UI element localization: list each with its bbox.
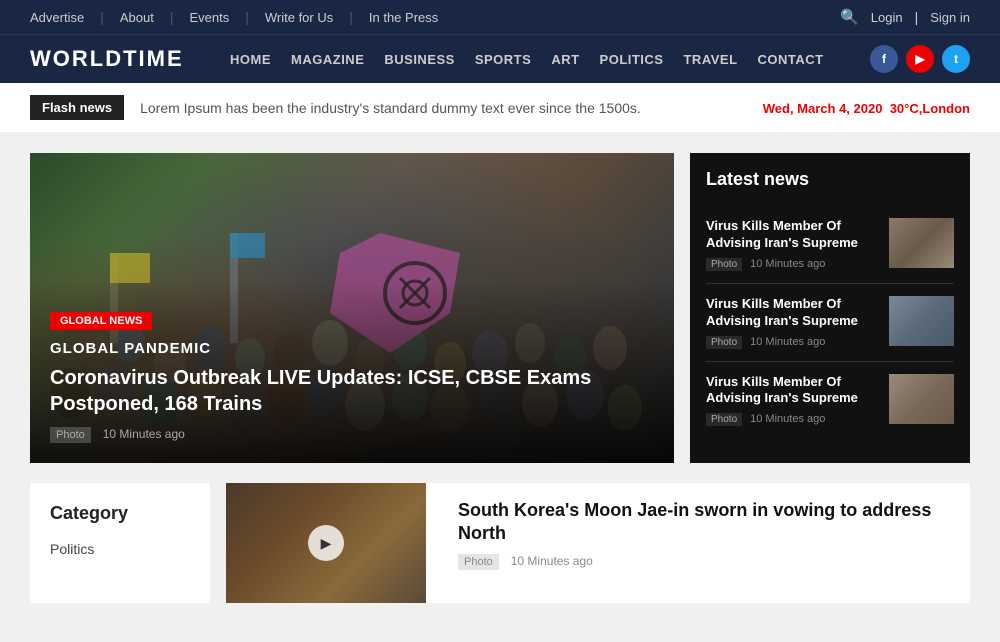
news-thumb-3	[889, 374, 954, 424]
content-area: global news GLOBAL PANDEMIC Coronavirus …	[0, 133, 1000, 623]
news-thumb-1	[889, 218, 954, 268]
nav-art[interactable]: ART	[551, 52, 579, 67]
category-box: Category Politics	[30, 483, 210, 603]
flash-badge: Flash news	[30, 95, 124, 120]
facebook-button[interactable]: f	[870, 45, 898, 73]
nav-links: HOME MAGAZINE BUSINESS SPORTS ART POLITI…	[230, 52, 824, 67]
hero-category: global news	[50, 312, 152, 330]
top-bar-links: Advertise | About | Events | Write for U…	[30, 9, 438, 25]
events-link[interactable]: Events	[189, 10, 229, 25]
hero-time: 10 Minutes ago	[103, 427, 185, 443]
article-title[interactable]: South Korea's Moon Jae-in sworn in vowin…	[458, 499, 954, 546]
article-thumb: ▶	[226, 483, 426, 603]
news-item-1[interactable]: Virus Kills Member Of Advising Iran's Su…	[706, 206, 954, 284]
play-icon[interactable]: ▶	[308, 525, 344, 561]
in-the-press-link[interactable]: In the Press	[369, 10, 438, 25]
news-item-3-title: Virus Kills Member Of Advising Iran's Su…	[706, 374, 879, 408]
latest-news-title: Latest news	[706, 169, 954, 190]
news-thumb-2	[889, 296, 954, 346]
nav-business[interactable]: BUSINESS	[384, 52, 454, 67]
nav-home[interactable]: HOME	[230, 52, 271, 67]
article-photo-tag: Photo	[458, 554, 499, 570]
news-1-photo: Photo	[706, 258, 742, 271]
hero-subtitle[interactable]: Coronavirus Outbreak LIVE Updates: ICSE,…	[50, 365, 654, 417]
bottom-section: Category Politics ▶ South Korea's Moon J…	[30, 483, 970, 603]
nav-politics[interactable]: POLITICS	[600, 52, 664, 67]
sign-in-link[interactable]: Sign in	[930, 10, 970, 25]
nav-contact[interactable]: CONTACT	[758, 52, 824, 67]
hero-image[interactable]: global news GLOBAL PANDEMIC Coronavirus …	[30, 153, 674, 463]
news-item-1-title: Virus Kills Member Of Advising Iran's Su…	[706, 218, 879, 252]
hero-photo-tag: Photo	[50, 427, 91, 443]
news-item-2-meta: Photo 10 Minutes ago	[706, 336, 879, 349]
hero-meta: Photo 10 Minutes ago	[50, 427, 654, 443]
article-content: South Korea's Moon Jae-in sworn in vowin…	[442, 483, 970, 603]
hero-overlay: global news GLOBAL PANDEMIC Coronavirus …	[30, 281, 674, 463]
advertise-link[interactable]: Advertise	[30, 10, 84, 25]
news-2-time: 10 Minutes ago	[750, 336, 825, 349]
article-card[interactable]: ▶ South Korea's Moon Jae-in sworn in vow…	[226, 483, 970, 603]
flash-datetime: Wed, March 4, 2020 30°C,London	[763, 100, 970, 116]
hero-section: global news GLOBAL PANDEMIC Coronavirus …	[30, 153, 970, 463]
nav-social: f ▶ t	[870, 45, 970, 73]
news-1-time: 10 Minutes ago	[750, 258, 825, 271]
news-item-2[interactable]: Virus Kills Member Of Advising Iran's Su…	[706, 284, 954, 362]
category-politics-link[interactable]: Politics	[50, 538, 190, 560]
twitter-button[interactable]: t	[942, 45, 970, 73]
news-2-photo: Photo	[706, 336, 742, 349]
news-item-3-meta: Photo 10 Minutes ago	[706, 413, 879, 426]
news-3-photo: Photo	[706, 413, 742, 426]
nav-travel[interactable]: TRAVEL	[683, 52, 737, 67]
article-meta: Photo 10 Minutes ago	[458, 554, 954, 570]
flash-bar: Flash news Lorem Ipsum has been the indu…	[0, 83, 1000, 133]
top-bar-right: 🔍 Login | Sign in	[840, 8, 970, 26]
login-link[interactable]: Login	[871, 10, 903, 25]
youtube-button[interactable]: ▶	[906, 45, 934, 73]
hero-title: GLOBAL PANDEMIC	[50, 340, 654, 357]
nav-sports[interactable]: SPORTS	[475, 52, 531, 67]
logo[interactable]: WORLDTIME	[30, 46, 184, 72]
about-link[interactable]: About	[120, 10, 154, 25]
article-time: 10 Minutes ago	[511, 554, 593, 570]
news-item-2-title: Virus Kills Member Of Advising Iran's Su…	[706, 296, 879, 330]
main-nav: WORLDTIME HOME MAGAZINE BUSINESS SPORTS …	[0, 34, 1000, 83]
news-item-1-meta: Photo 10 Minutes ago	[706, 258, 879, 271]
news-3-time: 10 Minutes ago	[750, 413, 825, 426]
latest-news-panel: Latest news Virus Kills Member Of Advisi…	[690, 153, 970, 463]
nav-magazine[interactable]: MAGAZINE	[291, 52, 364, 67]
category-title: Category	[50, 503, 190, 524]
write-for-us-link[interactable]: Write for Us	[265, 10, 333, 25]
flash-date: Wed, March 4, 2020 30°C,London	[763, 101, 970, 116]
flash-text: Lorem Ipsum has been the industry's stan…	[140, 100, 641, 116]
search-icon[interactable]: 🔍	[840, 8, 859, 26]
top-bar: Advertise | About | Events | Write for U…	[0, 0, 1000, 34]
news-item-3[interactable]: Virus Kills Member Of Advising Iran's Su…	[706, 362, 954, 439]
